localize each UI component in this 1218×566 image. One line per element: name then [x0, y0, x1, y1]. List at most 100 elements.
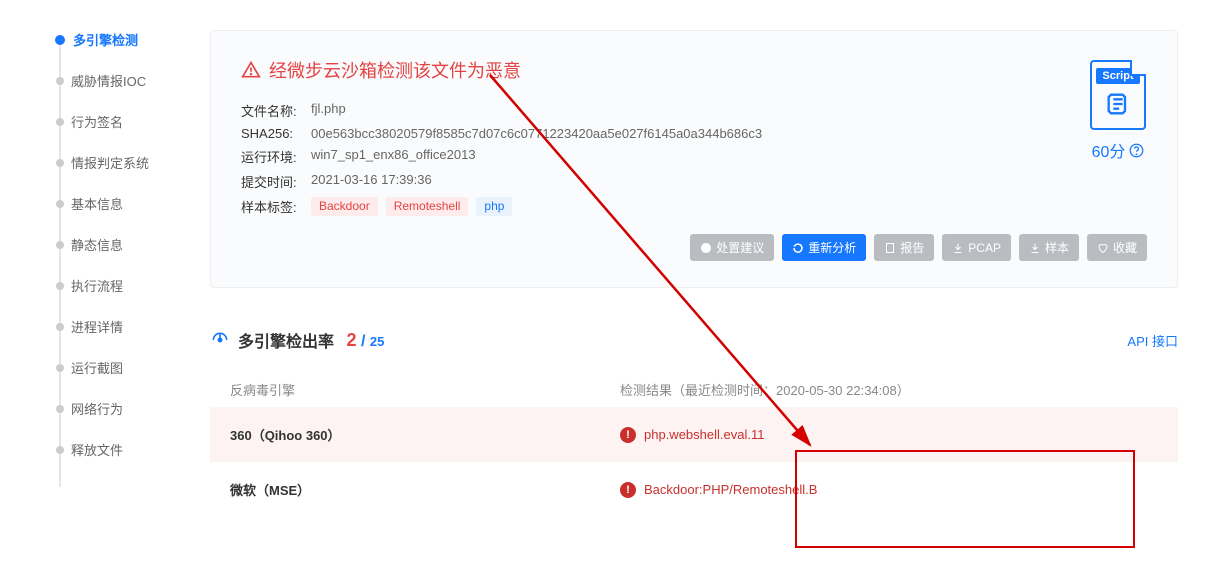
detection-result: ! php.webshell.eval.11 [620, 427, 1158, 443]
api-link[interactable]: API 接口 [1127, 331, 1178, 350]
alert-text: 经微步云沙箱检测该文件为恶意 [269, 57, 521, 83]
nav-dot [56, 282, 64, 290]
meta-sha256: SHA256: 00e563bcc38020579f8585c7d07c6c07… [241, 126, 1147, 141]
report-button[interactable]: 报告 [874, 234, 934, 261]
meta-label: SHA256: [241, 126, 311, 141]
col-engine-header: 反病毒引擎 [230, 380, 620, 399]
meta-value: 00e563bcc38020579f8585c7d07c6c0771223420… [311, 126, 762, 141]
meta-env: 运行环境: win7_sp1_enx86_office2013 [241, 147, 1147, 166]
scroll-icon [1104, 90, 1132, 118]
nav-label: 基本信息 [71, 194, 123, 213]
tag-php[interactable]: php [476, 197, 512, 216]
script-file-icon: Script [1090, 60, 1146, 130]
suggest-button[interactable]: 处置建议 [690, 234, 774, 261]
nav-label: 运行截图 [71, 358, 123, 377]
nav-label: 威胁情报IOC [71, 71, 146, 90]
score-value[interactable]: 60分 [1090, 138, 1146, 162]
engine-name: 360（Qihoo 360） [230, 425, 620, 444]
tag-remoteshell[interactable]: Remoteshell [386, 197, 469, 216]
meta-value: fjl.php [311, 101, 346, 120]
alert-title: 经微步云沙箱检测该文件为恶意 [241, 57, 1147, 83]
meta-label: 样本标签: [241, 197, 311, 216]
score-box: Script 60分 [1090, 60, 1146, 162]
main-content: 经微步云沙箱检测该文件为恶意 文件名称: fjl.php SHA256: 00e… [180, 0, 1218, 517]
ratio-slash: / [361, 333, 365, 350]
col-result-header: 检测结果（最近检测时间：2020-05-30 22:34:08） [620, 380, 1158, 399]
nav-dot [56, 159, 64, 167]
nav-dot [56, 323, 64, 331]
bulb-icon [700, 242, 712, 254]
nav-label: 网络行为 [71, 399, 123, 418]
meta-value: win7_sp1_enx86_office2013 [311, 147, 476, 166]
script-badge: Script [1096, 68, 1140, 84]
refresh-icon [792, 242, 804, 254]
nav-label: 进程详情 [71, 317, 123, 336]
threat-icon: ! [620, 427, 636, 443]
nav-item-basic-info[interactable]: 基本信息 [50, 194, 180, 213]
meta-submitted: 提交时间: 2021-03-16 17:39:36 [241, 172, 1147, 191]
help-icon[interactable] [1129, 143, 1144, 158]
meta-label: 提交时间: [241, 172, 311, 191]
section-head: 多引擎检出率 2 / 25 API 接口 [210, 328, 1178, 352]
nav-item-intel-system[interactable]: 情报判定系统 [50, 153, 180, 172]
btn-label: 收藏 [1113, 239, 1137, 256]
detection-result: ! Backdoor:PHP/Remoteshell.B [620, 482, 1158, 498]
reanalyze-button[interactable]: 重新分析 [782, 234, 866, 261]
nav-label: 行为签名 [71, 112, 123, 131]
nav-item-process-detail[interactable]: 进程详情 [50, 317, 180, 336]
nav-dot [55, 35, 65, 45]
btn-label: 重新分析 [808, 239, 856, 256]
nav-dot [56, 364, 64, 372]
nav-dot [56, 405, 64, 413]
detection-ratio: 2 / 25 [342, 330, 384, 351]
nav-label: 静态信息 [71, 235, 123, 254]
nav-item-ioc[interactable]: 威胁情报IOC [50, 71, 180, 90]
doc-icon [884, 242, 896, 254]
nav-item-screenshot[interactable]: 运行截图 [50, 358, 180, 377]
nav-dot [56, 446, 64, 454]
meta-label: 文件名称: [241, 101, 311, 120]
timeline-line [59, 44, 61, 487]
ratio-den: 25 [370, 334, 384, 349]
engine-name: 微软（MSE） [230, 480, 620, 499]
nav-item-dropped-files[interactable]: 释放文件 [50, 440, 180, 459]
nav-item-network[interactable]: 网络行为 [50, 399, 180, 418]
btn-label: 报告 [900, 239, 924, 256]
sidebar: 多引擎检测 威胁情报IOC 行为签名 情报判定系统 基本信息 静态信息 执行流程 [0, 0, 180, 517]
download-icon [1029, 242, 1041, 254]
nav-dot [56, 118, 64, 126]
btn-label: 样本 [1045, 239, 1069, 256]
sample-button[interactable]: 样本 [1019, 234, 1079, 261]
warning-icon [241, 60, 261, 80]
favorite-button[interactable]: 收藏 [1087, 234, 1147, 261]
summary-card: 经微步云沙箱检测该文件为恶意 文件名称: fjl.php SHA256: 00e… [210, 30, 1178, 288]
meta-tags: 样本标签: Backdoor Remoteshell php [241, 197, 1147, 216]
meta-value: 2021-03-16 17:39:36 [311, 172, 432, 191]
threat-icon: ! [620, 482, 636, 498]
nav-label: 多引擎检测 [73, 30, 138, 49]
nav-dot [56, 200, 64, 208]
nav-dot [56, 77, 64, 85]
meta-label: 运行环境: [241, 147, 311, 166]
result-text: php.webshell.eval.11 [644, 427, 764, 442]
nav-label: 情报判定系统 [71, 153, 149, 172]
tag-backdoor[interactable]: Backdoor [311, 197, 378, 216]
nav-item-multi-engine[interactable]: 多引擎检测 [50, 30, 180, 49]
result-text: Backdoor:PHP/Remoteshell.B [644, 482, 817, 497]
nav-dot [56, 241, 64, 249]
nav-label: 释放文件 [71, 440, 123, 459]
ratio-num: 2 [346, 330, 356, 350]
action-buttons: 处置建议 重新分析 报告 PCAP 样本 [241, 234, 1147, 261]
nav-item-behavior-sig[interactable]: 行为签名 [50, 112, 180, 131]
pcap-button[interactable]: PCAP [942, 234, 1011, 261]
btn-label: 处置建议 [716, 239, 764, 256]
score-text: 60分 [1092, 138, 1126, 162]
section-title: 多引擎检出率 2 / 25 [210, 328, 384, 352]
nav-item-static-info[interactable]: 静态信息 [50, 235, 180, 254]
tags-container: Backdoor Remoteshell php [311, 197, 512, 216]
table-row: 360（Qihoo 360） ! php.webshell.eval.11 [210, 407, 1178, 462]
table-header: 反病毒引擎 检测结果（最近检测时间：2020-05-30 22:34:08） [210, 372, 1178, 407]
nav-item-execution-flow[interactable]: 执行流程 [50, 276, 180, 295]
download-icon [952, 242, 964, 254]
detection-table: 反病毒引擎 检测结果（最近检测时间：2020-05-30 22:34:08） 3… [210, 372, 1178, 517]
